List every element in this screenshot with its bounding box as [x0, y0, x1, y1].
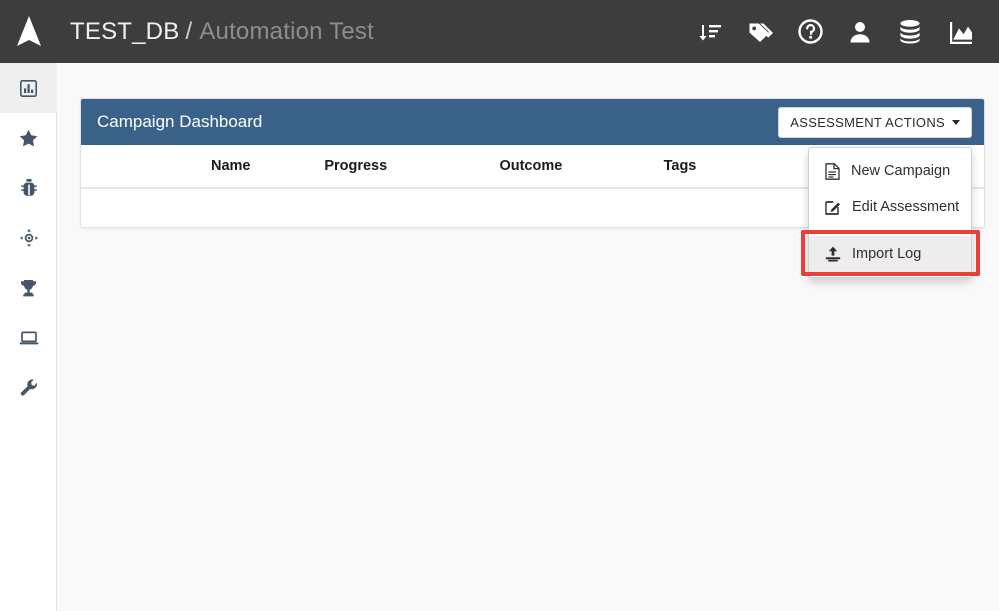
column-header-name[interactable]: Name [81, 145, 317, 189]
sidebar-item-payloads[interactable] [0, 163, 57, 213]
help-circle-icon[interactable] [785, 0, 835, 63]
column-header-outcome[interactable]: Outcome [491, 145, 656, 189]
assessment-actions-menu: New Campaign Edit Assessment Import Log [801, 147, 980, 278]
bug-icon [20, 179, 37, 197]
breadcrumb: TEST_DB / Automation Test [70, 18, 374, 46]
sidebar-item-targets[interactable] [0, 213, 57, 263]
top-navbar: TEST_DB / Automation Test [0, 0, 999, 63]
column-header-tags[interactable]: Tags [655, 145, 809, 189]
menu-divider [809, 230, 971, 231]
breadcrumb-page: Automation Test [199, 17, 374, 45]
sidebar-item-tools[interactable] [0, 363, 57, 413]
campaign-dashboard-panel: Campaign Dashboard ASSESSMENT ACTIONS Ne… [80, 98, 985, 278]
breadcrumb-separator: / [185, 17, 193, 45]
sort-amount-down-icon[interactable] [685, 0, 735, 63]
assessment-actions-dropdown: ASSESSMENT ACTIONS New Campaign Edit Ass… [778, 107, 980, 278]
edit-pencil-square-icon [825, 199, 841, 215]
app-root: TEST_DB / Automation Test Campaign Dashb… [0, 0, 999, 611]
assessment-actions-label: ASSESSMENT ACTIONS [790, 115, 945, 130]
menu-item-new-campaign[interactable]: New Campaign [809, 153, 971, 189]
menu-item-import-log[interactable]: Import Log [809, 236, 971, 272]
user-icon[interactable] [835, 0, 885, 63]
navigation-arrow-logo-icon [14, 15, 44, 49]
breadcrumb-database[interactable]: TEST_DB [70, 18, 179, 46]
page-title: Campaign Dashboard [97, 112, 263, 131]
menu-item-new-campaign-label: New Campaign [851, 163, 951, 179]
crosshairs-icon [19, 229, 38, 247]
navbar-icon-group [685, 0, 985, 63]
left-sidebar [0, 63, 57, 611]
menu-item-edit-assessment-label: Edit Assessment [852, 199, 960, 215]
brand-logo[interactable] [0, 0, 58, 63]
wrench-icon [20, 379, 38, 397]
menu-item-edit-assessment[interactable]: Edit Assessment [809, 189, 971, 225]
sidebar-item-favorites[interactable] [0, 113, 57, 163]
sidebar-item-dashboard[interactable] [0, 63, 57, 113]
sidebar-item-achievements[interactable] [0, 263, 57, 313]
chart-bar-icon [20, 79, 37, 97]
star-icon [19, 129, 38, 147]
upload-icon [825, 246, 841, 262]
sidebar-item-hosts[interactable] [0, 313, 57, 363]
menu-item-import-log-wrapper: Import Log [801, 230, 980, 276]
assessment-actions-button[interactable]: ASSESSMENT ACTIONS [778, 107, 972, 138]
laptop-icon [19, 330, 39, 346]
chevron-down-icon [952, 120, 960, 125]
column-header-progress[interactable]: Progress [316, 145, 492, 189]
chart-area-icon[interactable] [935, 0, 985, 63]
panel-header: Campaign Dashboard ASSESSMENT ACTIONS Ne… [81, 99, 984, 278]
database-icon[interactable] [885, 0, 935, 63]
file-document-icon [825, 162, 840, 180]
trophy-icon [19, 279, 38, 297]
tags-icon[interactable] [735, 0, 785, 63]
menu-item-import-log-label: Import Log [852, 246, 922, 262]
main-content: Campaign Dashboard ASSESSMENT ACTIONS Ne… [57, 63, 999, 611]
